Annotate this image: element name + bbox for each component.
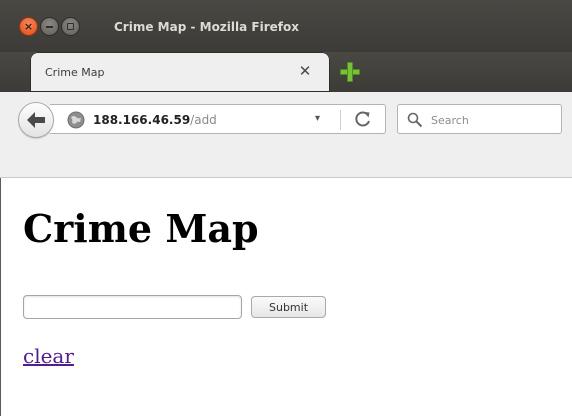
close-icon: ×	[23, 20, 34, 33]
back-button[interactable]	[18, 102, 54, 138]
window-close-button[interactable]: ×	[19, 17, 38, 36]
tab-close-icon[interactable]: ✕	[296, 62, 314, 80]
tab-label: Crime Map	[45, 66, 105, 79]
search-icon	[407, 112, 423, 128]
tab-crime-map[interactable]: Crime Map ✕	[30, 52, 330, 92]
page-content: Crime Map Submit clear	[0, 178, 572, 416]
url-bar[interactable]: 188.166.46.59/add ▾	[50, 104, 386, 134]
url-text[interactable]: 188.166.46.59/add	[93, 113, 217, 127]
window-maximize-button[interactable]	[61, 17, 80, 36]
clear-link[interactable]: clear	[23, 344, 74, 368]
window-minimize-button[interactable]	[40, 17, 59, 36]
new-tab-button[interactable]	[338, 60, 362, 84]
navigation-toolbar: 188.166.46.59/add ▾ Search	[0, 92, 572, 178]
page-title: Crime Map	[23, 206, 259, 251]
url-path: /add	[190, 113, 217, 127]
search-bar[interactable]: Search	[397, 104, 562, 134]
window-edge	[0, 178, 1, 416]
maximize-icon	[67, 23, 74, 30]
back-arrow-icon	[27, 112, 45, 128]
tab-strip: Crime Map ✕	[0, 52, 572, 92]
window-title: Crime Map - Mozilla Firefox	[114, 20, 299, 34]
search-placeholder: Search	[431, 114, 469, 127]
reload-icon[interactable]	[353, 109, 373, 129]
submit-button[interactable]: Submit	[251, 296, 326, 318]
address-input[interactable]	[23, 295, 242, 319]
window-titlebar: × Crime Map - Mozilla Firefox	[0, 0, 572, 52]
minimize-icon	[46, 25, 53, 28]
globe-icon[interactable]	[67, 111, 85, 129]
chevron-down-icon[interactable]: ▾	[315, 113, 320, 124]
url-divider	[340, 110, 341, 130]
url-host: 188.166.46.59	[93, 113, 191, 127]
